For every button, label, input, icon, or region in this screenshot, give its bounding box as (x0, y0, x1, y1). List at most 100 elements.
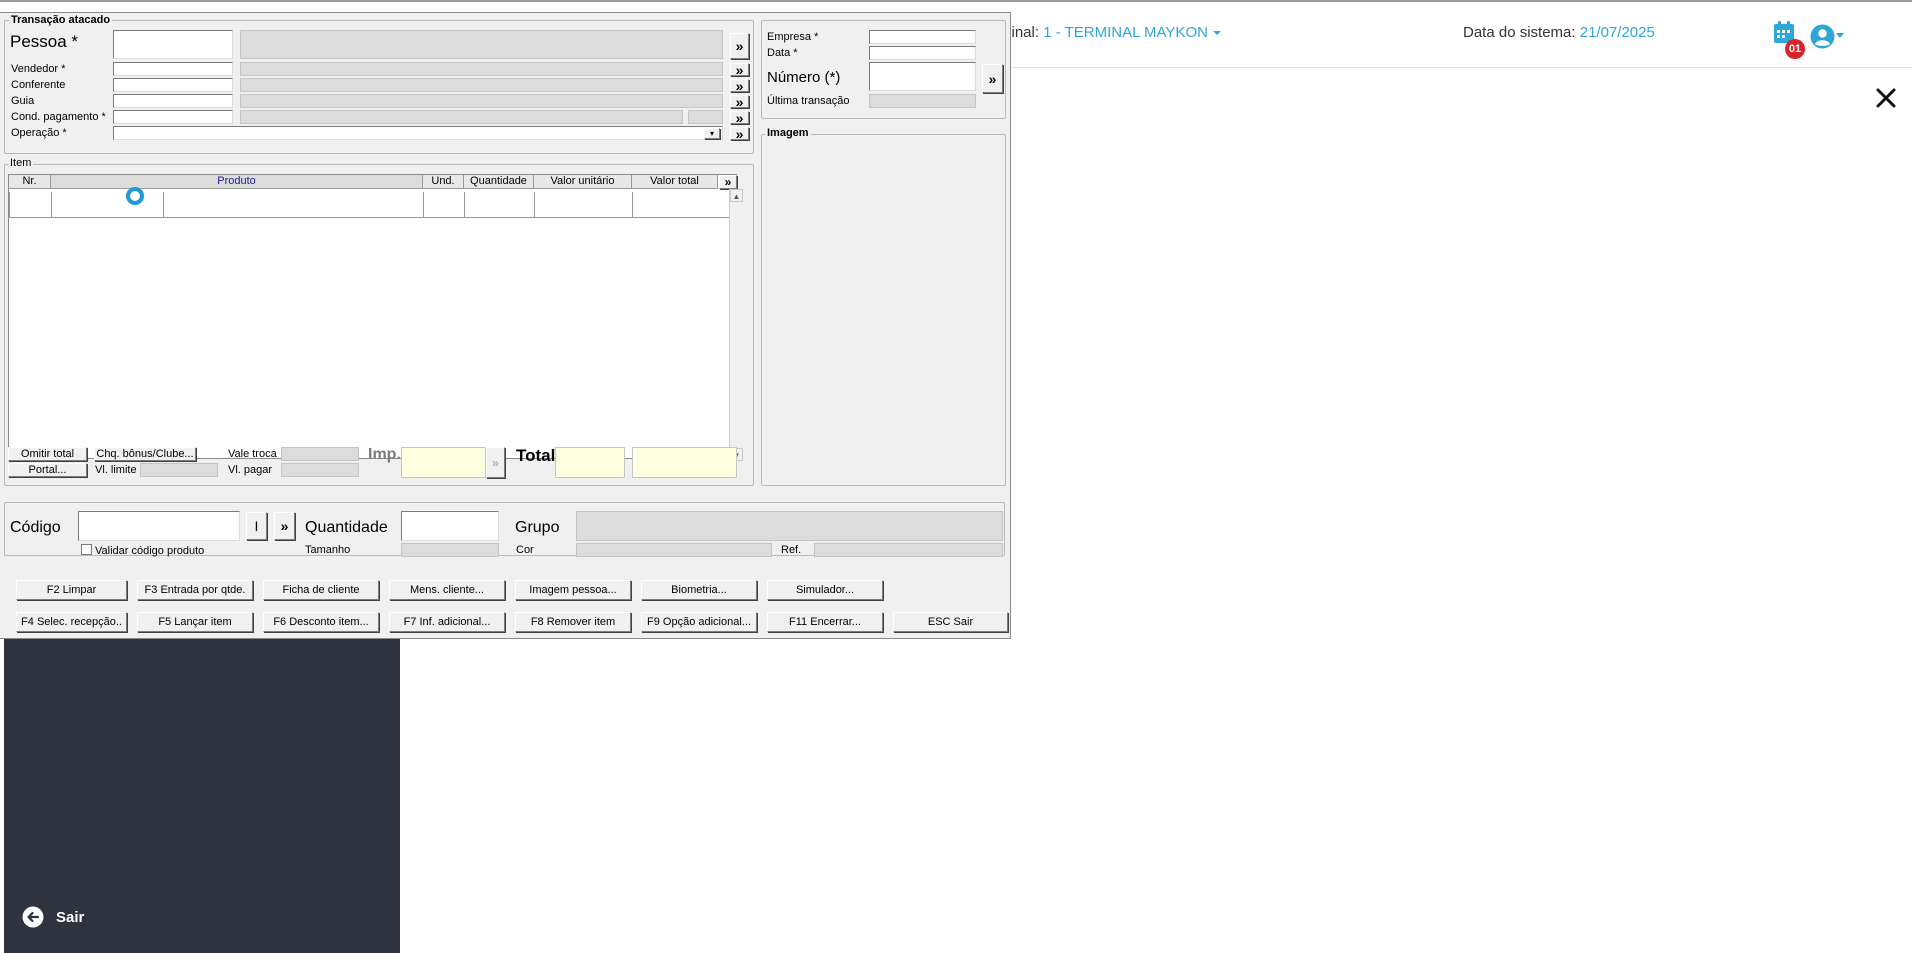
caret-down-icon (1213, 31, 1222, 36)
transaction-dialog: Transação atacado Pessoa * » Vendedor * … (0, 12, 1011, 639)
header-group-title: Transação atacado (9, 14, 113, 26)
ref-label: Ref. (781, 544, 802, 556)
imagem-pessoa-button[interactable]: Imagem pessoa... (515, 580, 631, 600)
conferente-code-input[interactable] (113, 78, 233, 92)
esc-sair-button[interactable]: ESC Sair (893, 612, 1008, 632)
biometria-button[interactable]: Biometria... (641, 580, 757, 600)
operacao-select[interactable] (113, 126, 723, 140)
guia-name-field (240, 94, 723, 108)
vl-limite-label: Vl. limite (95, 464, 137, 476)
imp-details-button[interactable]: » (486, 447, 505, 478)
f8-remover-item-button[interactable]: F8 Remover item (515, 612, 631, 632)
table-row-cell[interactable] (51, 192, 164, 218)
chq-bonus-button[interactable]: Chq. bônus/Clube... (94, 447, 196, 461)
system-date-value: 21/07/2025 (1579, 24, 1655, 41)
f5-lancar-item-button[interactable]: F5 Lançar item (137, 612, 253, 632)
codigo-input[interactable] (78, 511, 240, 541)
column-header-valor-unitario[interactable]: Valor unitário (534, 175, 632, 189)
cond-pagamento-name-field (240, 110, 683, 124)
validar-codigo-checkbox[interactable] (81, 544, 92, 555)
sidebar-exit-button[interactable]: Sair (22, 905, 84, 929)
operacao-dropdown-button[interactable]: ▾ (704, 128, 720, 139)
vendedor-label: Vendedor * (11, 63, 66, 75)
f7-inf-adicional-button[interactable]: F7 Inf. adicional... (389, 612, 505, 632)
terminal-selector[interactable]: rminal: 1 - TERMINAL MAYKON (994, 24, 1222, 41)
empresa-label: Empresa * (767, 31, 819, 43)
f4-selec-recepcao-button[interactable]: F4 Selec. recepção.. (16, 612, 127, 632)
f6-desconto-item-button[interactable]: F6 Desconto item... (263, 612, 379, 632)
guia-search-button[interactable]: » (730, 95, 749, 108)
table-row-cell[interactable] (9, 192, 52, 218)
cond-pagamento-label: Cond. pagamento * (11, 111, 106, 123)
items-grid[interactable]: Nr. Produto Und. Quantidade Valor unitár… (8, 174, 738, 459)
sidebar-exit-label: Sair (56, 908, 85, 926)
table-row-cell[interactable] (632, 192, 738, 218)
system-date-label: Data do sistema: (1463, 24, 1576, 41)
vendedor-name-field (240, 62, 723, 76)
conferente-label: Conferente (11, 79, 66, 91)
pessoa-search-button[interactable]: » (730, 33, 749, 59)
user-menu-caret-icon[interactable] (1836, 33, 1844, 38)
vl-pagar-label: Vl. pagar (228, 464, 273, 476)
close-icon[interactable] (1874, 86, 1898, 110)
table-row-cell[interactable] (163, 192, 424, 218)
numero-input[interactable] (869, 62, 976, 91)
notification-badge: 01 (1785, 39, 1805, 59)
codigo-search-button[interactable]: » (274, 512, 295, 540)
f3-entrada-qtde-button[interactable]: F3 Entrada por qtde. (137, 580, 253, 600)
vendedor-code-input[interactable] (113, 62, 233, 76)
vl-limite-field (140, 463, 218, 477)
imp-label: Imp. (368, 446, 401, 463)
grid-vertical-scrollbar[interactable]: ▲ ▼ (729, 189, 743, 461)
operacao-label: Operação * (11, 127, 67, 139)
column-header-valor-total[interactable]: Valor total (632, 175, 718, 189)
user-account-icon[interactable] (1810, 24, 1835, 49)
mens-cliente-button[interactable]: Mens. cliente... (389, 580, 505, 600)
terminal-value[interactable]: 1 - TERMINAL MAYKON (1043, 24, 1208, 41)
total-label: Total (516, 446, 556, 465)
f9-opcao-adicional-button[interactable]: F9 Opção adicional... (641, 612, 757, 632)
cond-pagamento-code-input[interactable] (113, 110, 233, 124)
vendedor-search-button[interactable]: » (730, 63, 749, 76)
f2-limpar-button[interactable]: F2 Limpar (16, 580, 127, 600)
codigo-cursor-button[interactable]: I (246, 512, 267, 540)
cond-pagamento-extra-field (688, 110, 723, 124)
empresa-input[interactable] (869, 30, 976, 44)
operacao-search-button[interactable]: » (730, 127, 749, 140)
column-header-nr[interactable]: Nr. (9, 175, 51, 189)
guia-code-input[interactable] (113, 94, 233, 108)
scroll-up-icon[interactable]: ▲ (730, 189, 743, 202)
imp-field (401, 447, 486, 478)
total-field (555, 447, 625, 478)
simulador-button[interactable]: Simulador... (767, 580, 883, 600)
vale-troca-field (281, 447, 359, 461)
column-header-produto[interactable]: Produto (51, 175, 423, 189)
table-row-cell[interactable] (423, 192, 465, 218)
exit-arrow-icon (22, 906, 44, 928)
codigo-label: Código (10, 519, 61, 536)
cond-pagamento-search-button[interactable]: » (730, 111, 749, 124)
column-header-quantidade[interactable]: Quantidade (464, 175, 534, 189)
ref-field (814, 543, 1003, 557)
numero-search-button[interactable]: » (982, 64, 1003, 93)
grupo-field (576, 511, 1003, 541)
validar-codigo-label[interactable]: Validar código produto (95, 545, 204, 557)
f11-encerrar-button[interactable]: F11 Encerrar... (767, 612, 883, 632)
data-input[interactable] (869, 46, 976, 60)
image-group-title: Imagem (765, 127, 811, 139)
cor-field (576, 543, 772, 557)
column-header-und[interactable]: Und. (423, 175, 464, 189)
portal-button[interactable]: Portal... (8, 463, 87, 477)
total-value-field (632, 447, 737, 478)
table-row-cell[interactable] (464, 192, 535, 218)
pessoa-code-input[interactable] (113, 30, 233, 59)
grid-columns-button[interactable]: » (719, 175, 737, 189)
ficha-cliente-button[interactable]: Ficha de cliente (263, 580, 379, 600)
quantidade-input[interactable] (401, 511, 499, 541)
table-row-cell[interactable] (534, 192, 633, 218)
ultima-transacao-field (869, 94, 976, 108)
grupo-label: Grupo (515, 519, 560, 536)
guia-label: Guia (11, 95, 35, 107)
conferente-search-button[interactable]: » (730, 79, 749, 92)
omitir-total-button[interactable]: Omitir total (8, 447, 87, 461)
